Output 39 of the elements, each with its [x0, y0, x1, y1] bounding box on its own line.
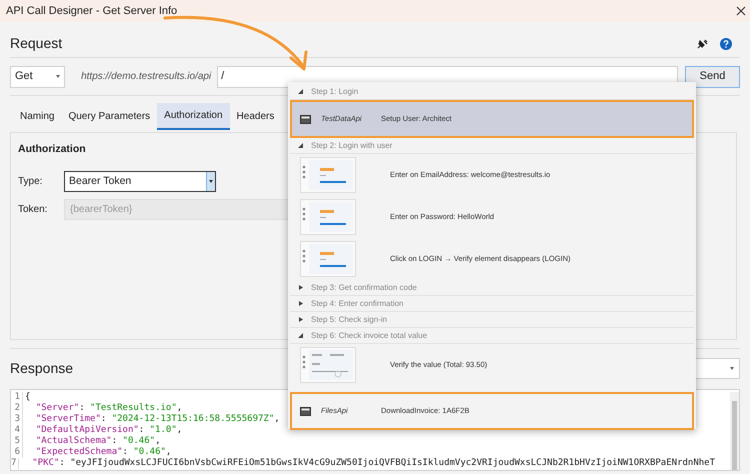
collapsed-triangle-icon — [298, 317, 303, 322]
terminal-icon — [300, 406, 311, 416]
section-heading: Response — [10, 359, 74, 378]
collapsed-triangle-icon — [298, 285, 303, 290]
window-title: API Call Designer - Get Server Info — [6, 4, 178, 19]
tab[interactable]: Query Parameters — [61, 103, 158, 130]
close-icon[interactable] — [736, 6, 746, 16]
field-label: Token: — [18, 203, 48, 218]
line-number: 1 — [11, 392, 23, 403]
line-number: 2 — [11, 403, 23, 414]
help-icon[interactable] — [720, 38, 732, 50]
section-heading: Request — [10, 34, 62, 53]
expanded-triangle-icon — [298, 89, 303, 94]
collapsed-triangle-icon — [298, 301, 303, 306]
line-number: 6 — [11, 447, 23, 458]
scrollbar[interactable] — [730, 392, 739, 470]
line-number: 7 — [11, 458, 20, 469]
tab[interactable]: Naming — [13, 103, 62, 130]
code-line: "PKC": "eyJFIjoudWxsLCJFUCI6bnVsbCwiRFEiOm51bGwsIkV4cG9uZW50IjoiQVFBQiIsIkludmVyc2VRIjoudWxsLCJNb2R1bHVzIjoiNW1ORXBPaENrdnNheT — [31, 458, 715, 469]
base-url-text: https://demo.testresults.io/api — [81, 70, 212, 84]
line-number: 4 — [11, 425, 23, 436]
line-number: 3 — [11, 414, 23, 425]
type-dropdown[interactable]: Bearer Token — [64, 171, 216, 192]
line-number: 5 — [11, 436, 23, 447]
field-label: Type: — [18, 175, 44, 190]
method-dropdown[interactable]: Get — [10, 66, 66, 88]
code-line: { — [25, 392, 30, 403]
code-line: "ExpectedSchema": "0.46", — [34, 447, 172, 458]
code-line: "Server": "TestResults.io", — [34, 403, 182, 414]
expanded-triangle-icon — [298, 333, 303, 338]
code-line: "ActualSchema": "0.46", — [34, 436, 160, 447]
tab[interactable]: Authorization — [157, 103, 230, 130]
tab[interactable]: Headers — [230, 103, 282, 130]
code-line: "DefaultApiVersion": "1.0", — [34, 425, 182, 436]
panel-heading: Authorization — [18, 142, 86, 157]
send-button[interactable]: Send — [685, 66, 740, 88]
expanded-triangle-icon — [298, 143, 303, 148]
terminal-icon — [300, 114, 311, 124]
code-line: "ServerTime": "2024-12-13T15:16:58.5555697Z", — [34, 414, 280, 425]
